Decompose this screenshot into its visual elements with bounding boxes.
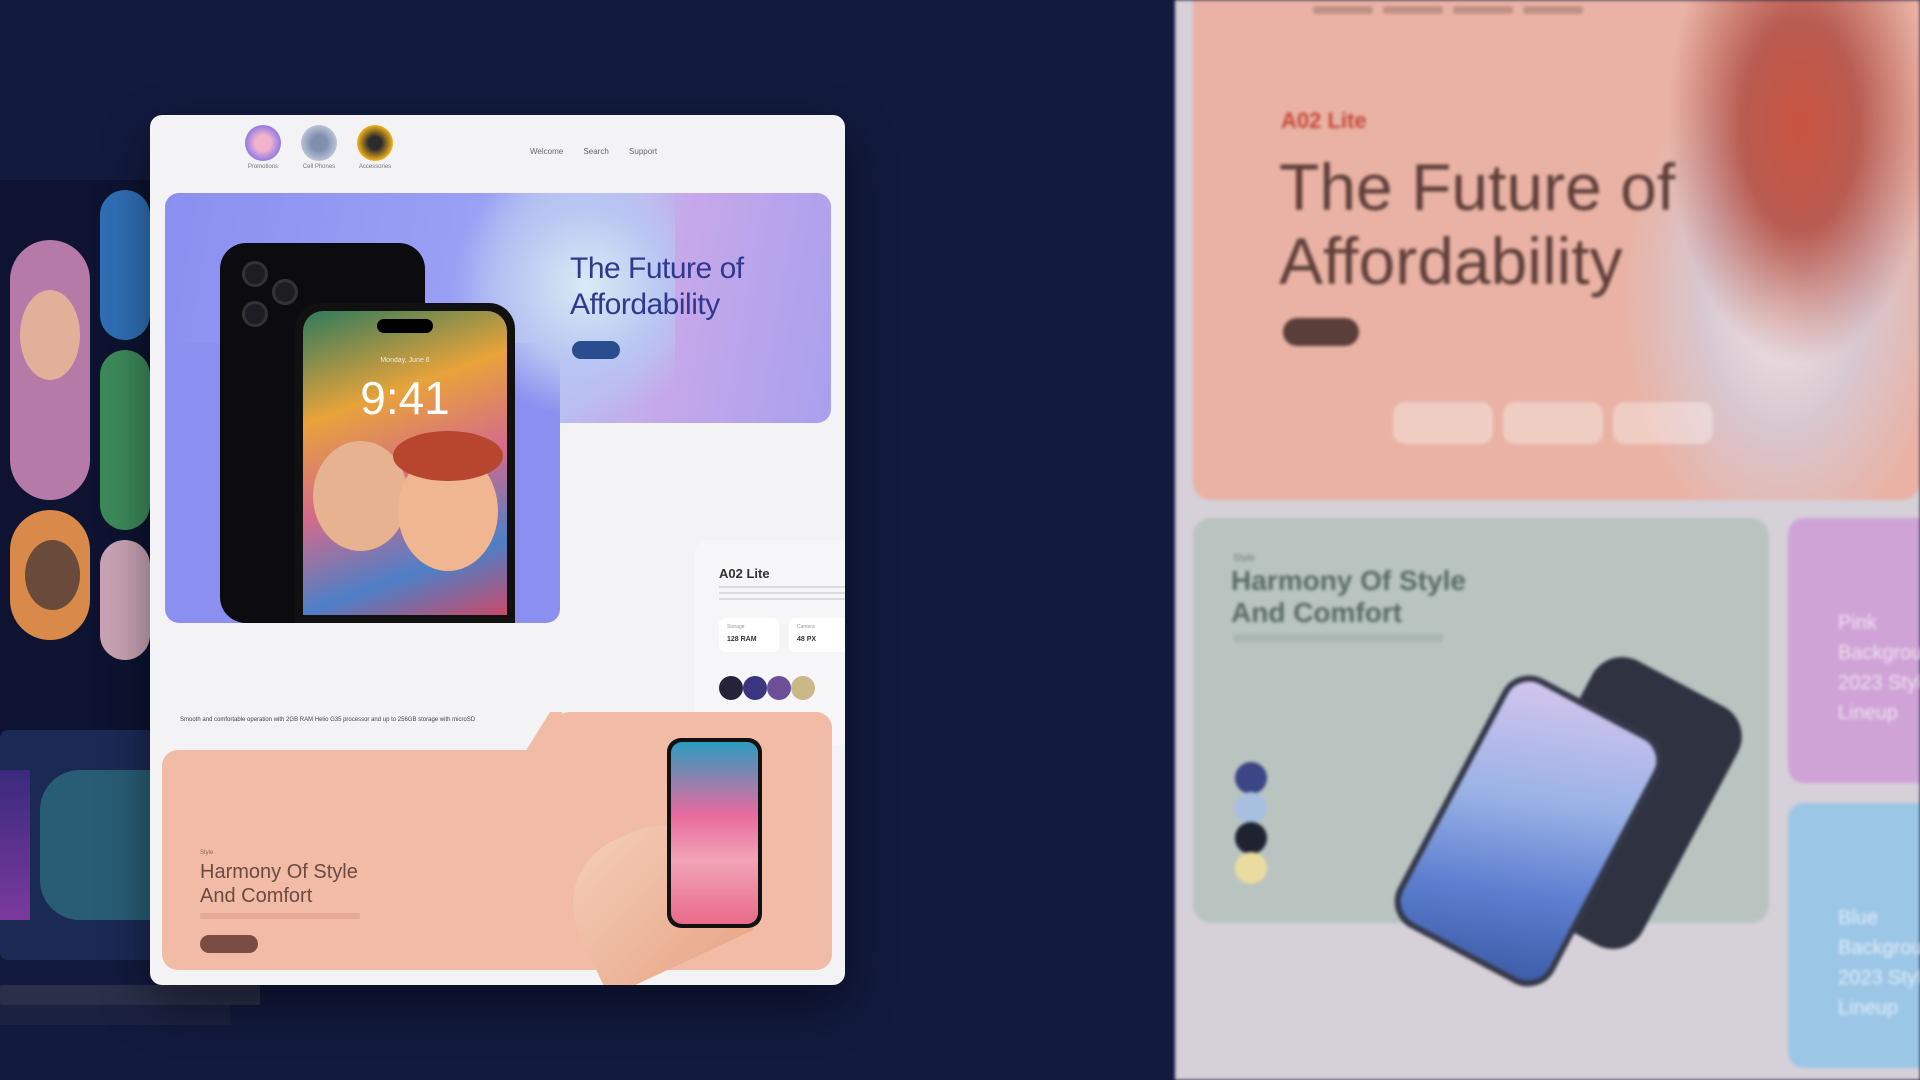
side-card-line: 2023 Style xyxy=(1838,967,1920,989)
preview-nav-item[interactable] xyxy=(1313,6,1373,14)
feature-title-line: And Comfort xyxy=(200,885,313,907)
nav-category-phones[interactable]: Cell Phones xyxy=(294,125,344,170)
nav-links: Welcome Search Support xyxy=(530,147,675,156)
preview-color-dot[interactable] xyxy=(1235,822,1267,854)
side-card-text: Pink Background 2023 Style Lineup xyxy=(1838,608,1920,728)
background-laptop xyxy=(0,730,160,960)
feature-title-line: Harmony Of Style xyxy=(200,861,358,883)
preview-side-card-pink[interactable]: Pink Background 2023 Style Lineup xyxy=(1788,518,1920,783)
color-swatch[interactable] xyxy=(743,676,767,700)
side-card-line: Blue xyxy=(1838,907,1879,929)
phone-screen xyxy=(671,742,758,924)
product-name: A02 Lite xyxy=(719,566,770,581)
preview-feature-subtitle xyxy=(1233,634,1443,642)
collage-tile xyxy=(100,190,150,340)
side-card-line: Lineup xyxy=(1838,702,1899,724)
feature-title: Harmony Of Style And Comfort xyxy=(200,860,358,908)
preview-hero: A02 Lite The Future of Affordability xyxy=(1193,0,1920,500)
preview-chip[interactable] xyxy=(1613,402,1713,444)
spec-label: Storage xyxy=(727,624,745,630)
feature-tag: Style xyxy=(200,850,214,856)
feature-cta-button[interactable] xyxy=(200,935,258,953)
preview-feature-title: Harmony Of Style And Comfort xyxy=(1231,565,1466,629)
preview-chip[interactable] xyxy=(1503,402,1603,444)
color-swatch[interactable] xyxy=(767,676,791,700)
preview-color-dot[interactable] xyxy=(1235,852,1267,884)
phone-front-image: Monday, June 6 9:41 xyxy=(295,303,515,623)
preview-nav-item[interactable] xyxy=(1453,6,1513,14)
camera-lens xyxy=(242,301,268,327)
collage-tile xyxy=(100,540,150,660)
camera-lens xyxy=(242,261,268,287)
side-card-line: 2023 Style xyxy=(1838,672,1920,694)
nav-link[interactable]: Search xyxy=(583,147,608,156)
preview-side-card-blue[interactable]: Blue Background 2023 Style Lineup xyxy=(1788,803,1920,1068)
preview-color-dot[interactable] xyxy=(1235,792,1267,824)
nav-category-label: Cell Phones xyxy=(302,164,336,170)
preview-title: The Future of Affordability xyxy=(1279,150,1675,298)
color-swatch[interactable] xyxy=(791,676,815,700)
preview-feature-title-line: Harmony Of Style xyxy=(1231,565,1466,596)
preview-chip[interactable] xyxy=(1393,402,1493,444)
product-description xyxy=(719,586,845,604)
preview-title-line: The Future of xyxy=(1279,150,1676,224)
spec-storage: Storage 128 RAM xyxy=(719,618,779,652)
hero-title-line: Affordability xyxy=(570,288,720,321)
preview-tag: A02 Lite xyxy=(1281,108,1367,133)
feature-background-curve xyxy=(522,712,562,757)
nav-category-accessories[interactable]: Accessories xyxy=(350,125,400,170)
person-image xyxy=(25,540,80,610)
feature-subtitle xyxy=(200,913,360,919)
spec-value: 128 RAM xyxy=(727,636,757,643)
nav-category-label: Accessories xyxy=(358,164,392,170)
spec-camera: Camera 48 PX xyxy=(789,618,845,652)
side-card-text: Blue Background 2023 Style Lineup xyxy=(1838,903,1920,1023)
nav-link[interactable]: Support xyxy=(629,147,657,156)
preview-title-line: Affordability xyxy=(1279,224,1623,298)
color-swatch[interactable] xyxy=(719,676,743,700)
side-card-line: Lineup xyxy=(1838,997,1899,1019)
accessory-icon xyxy=(357,125,393,161)
side-card-line: Background xyxy=(1838,937,1920,959)
promo-icon xyxy=(245,125,281,161)
preview-feature-title-line: And Comfort xyxy=(1231,597,1403,628)
phone-icon xyxy=(301,125,337,161)
phone-screen: Monday, June 6 9:41 xyxy=(303,311,507,615)
preview-nav-item[interactable] xyxy=(1523,6,1583,14)
preview-nav-item[interactable] xyxy=(1383,6,1443,14)
spec-label: Camera xyxy=(797,624,815,630)
person-hair xyxy=(393,431,503,481)
laptop-base-shadow xyxy=(0,1005,230,1025)
laptop-side xyxy=(0,770,30,920)
preview-cta-button[interactable] xyxy=(1283,318,1359,346)
laptop-base xyxy=(0,985,260,1005)
website-mockup-card: Promotions Cell Phones Accessories Welco… xyxy=(150,115,845,985)
nav-link[interactable]: Welcome xyxy=(530,147,563,156)
preview-color-dot[interactable] xyxy=(1235,762,1267,794)
phone-time: 9:41 xyxy=(360,372,450,424)
camera-lens xyxy=(272,279,298,305)
hero-title-line: The Future of xyxy=(570,252,744,285)
nav-category-promotions[interactable]: Promotions xyxy=(238,125,288,170)
person-image xyxy=(20,290,80,380)
laptop-screen xyxy=(40,770,150,920)
nav-category-label: Promotions xyxy=(247,164,279,170)
phone-notch xyxy=(377,319,433,333)
preview-feature-tag: Style xyxy=(1233,553,1256,564)
hero-cta-button[interactable] xyxy=(572,341,620,359)
top-nav: Promotions Cell Phones Accessories Welco… xyxy=(150,115,845,183)
feature-section: Style Harmony Of Style And Comfort xyxy=(162,700,832,985)
right-preview-page: A02 Lite The Future of Affordability Sty… xyxy=(1175,0,1920,1080)
spec-value: 48 PX xyxy=(797,636,817,643)
phone-date: Monday, June 6 xyxy=(380,357,430,364)
handheld-phone-image xyxy=(667,738,762,928)
hero-title: The Future of Affordability xyxy=(570,251,744,323)
side-card-line: Background xyxy=(1838,642,1920,664)
collage-tile xyxy=(100,350,150,530)
side-card-line: Pink xyxy=(1838,612,1877,634)
